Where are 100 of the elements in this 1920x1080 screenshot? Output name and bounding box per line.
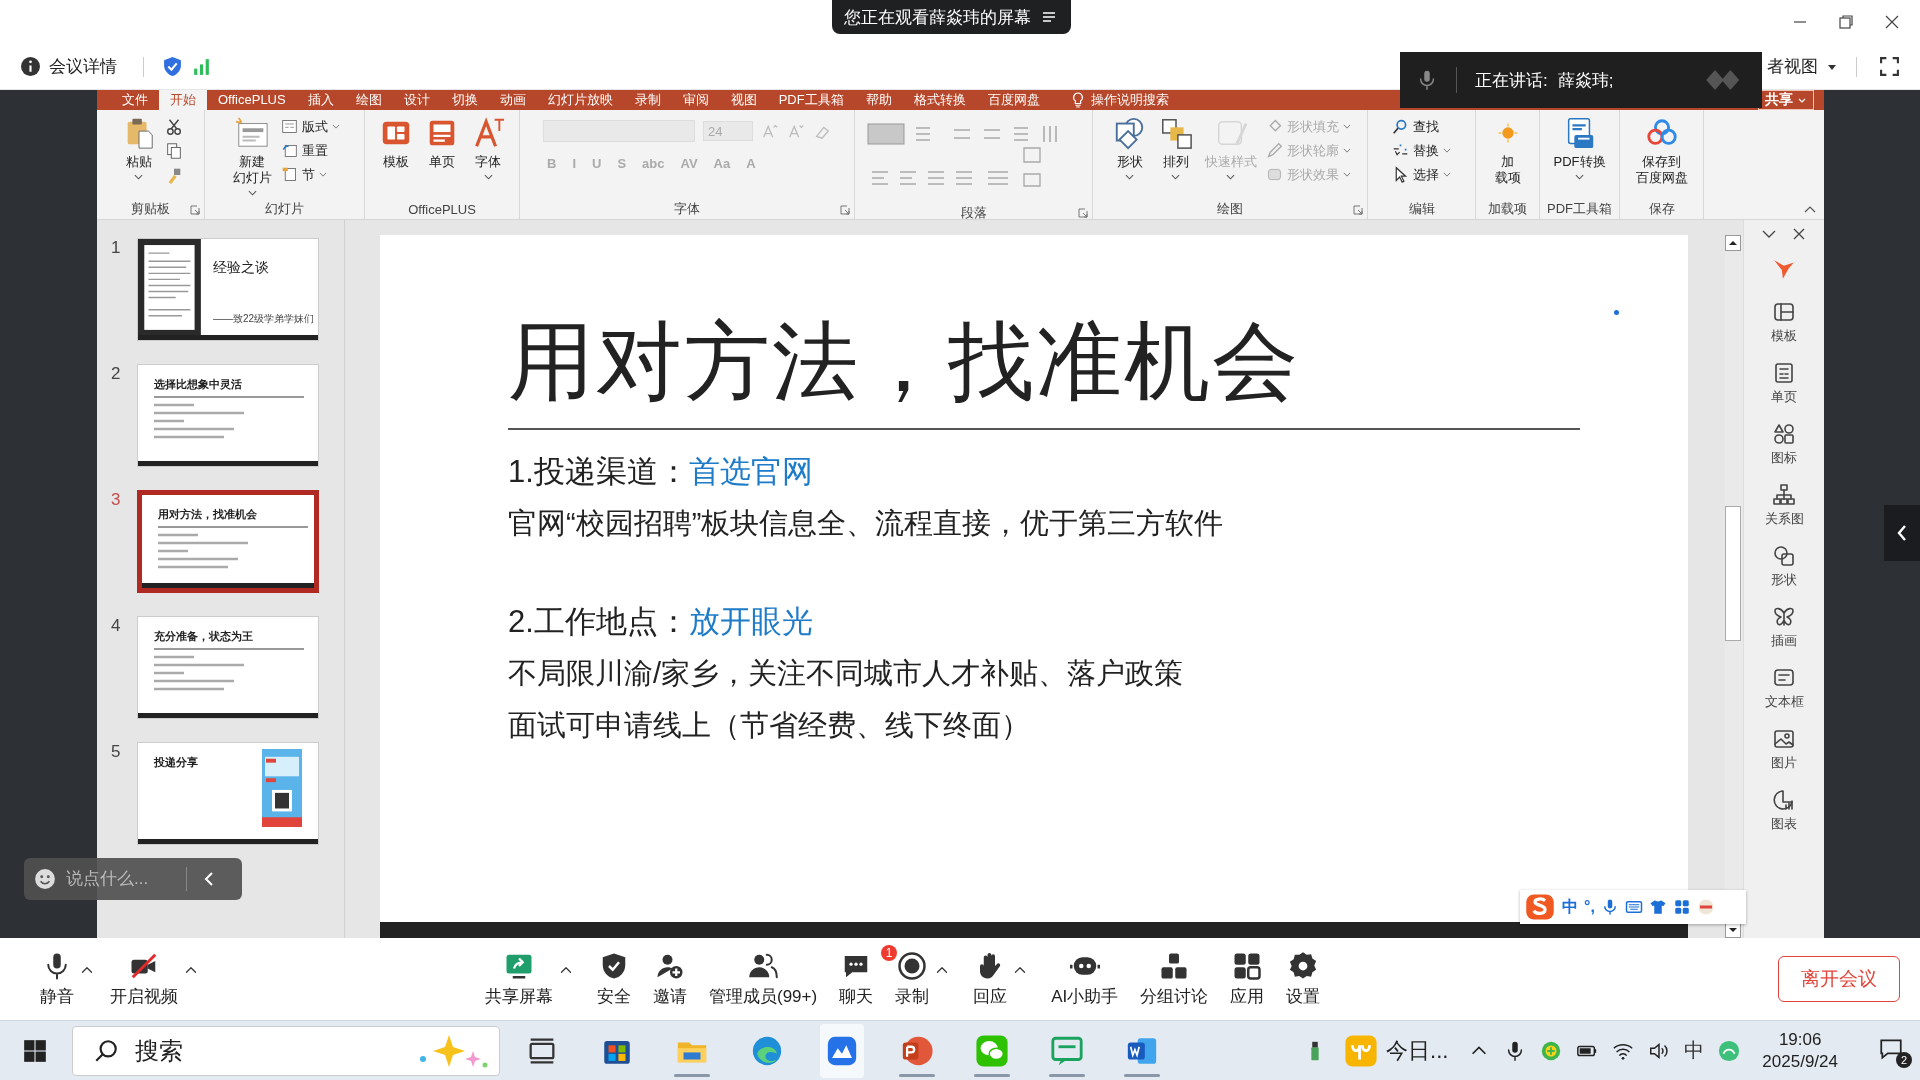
ribbon-tab[interactable]: 录制 (623, 90, 672, 110)
slide-thumbnail[interactable]: 选择比想象中灵活 (137, 364, 319, 467)
ribbon-button[interactable]: 保存到 百度网盘 (1632, 114, 1691, 188)
ribbon-tab[interactable]: 文件 (111, 90, 159, 110)
ribbon-button[interactable]: 选择 (1392, 164, 1451, 185)
pane-item[interactable]: 图表 (1771, 788, 1797, 845)
ribbon-button[interactable]: 形状 (1109, 114, 1150, 182)
toolbar-button[interactable]: AI小助手 (1051, 950, 1119, 1008)
slide-thumbnail[interactable]: 充分准备，状态为王 (137, 616, 319, 719)
toolbar-button[interactable]: 设置 (1286, 950, 1321, 1008)
slide-text: 不局限川渝/家乡，关注不同城市人才补贴、落户政策 (508, 656, 1185, 691)
view-switch-button[interactable]: 者视图 (1767, 55, 1838, 78)
ribbon-tab[interactable]: 审阅 (671, 90, 720, 110)
shield-icon[interactable] (162, 56, 183, 77)
keyboard-icon[interactable] (1624, 898, 1643, 916)
clock[interactable]: 19:06 2025/9/24 (1762, 1028, 1838, 1073)
toolbar-button[interactable]: 分组讨论 (1140, 950, 1209, 1008)
shirt-icon[interactable] (1648, 898, 1667, 916)
chevron-left-icon[interactable] (1896, 523, 1908, 543)
ribbon-button[interactable]: 替换 (1392, 140, 1451, 161)
fullscreen-icon[interactable] (1879, 56, 1900, 77)
lightbulb-icon (1070, 91, 1085, 109)
punctuation-label[interactable]: °, (1584, 898, 1595, 916)
chevron-left-icon[interactable] (203, 871, 215, 887)
dialog-launcher-icon[interactable] (190, 205, 200, 215)
ribbon-tab[interactable]: 开始 (159, 90, 207, 110)
ribbon-button[interactable]: 版式 (280, 116, 340, 137)
pane-item[interactable]: 图标 (1771, 422, 1797, 479)
toolbar-button[interactable]: 录制 (895, 950, 930, 1008)
input-mode-indicator[interactable]: 中 (1684, 1037, 1705, 1064)
chat-box[interactable]: 说点什么... (24, 858, 242, 900)
ribbon-button[interactable]: 新建 幻灯片 (229, 114, 275, 198)
scissors-icon[interactable] (164, 118, 183, 136)
ribbon-tab[interactable]: 视图 (719, 90, 768, 110)
ribbon-tab[interactable]: 帮助 (854, 90, 903, 110)
ribbon-button[interactable]: 重置 (280, 140, 340, 161)
toolbar-button[interactable]: 静音 (40, 950, 74, 1008)
ribbon-tab[interactable]: 设计 (392, 90, 441, 110)
ribbon-button[interactable]: 粘贴 (118, 114, 159, 182)
collapse-ribbon-icon[interactable] (1804, 205, 1816, 213)
toolbar-button[interactable]: 管理成员(99+) (709, 950, 818, 1008)
side-panel-tab[interactable] (1884, 505, 1920, 561)
ribbon-tab[interactable]: 百度网盘 (976, 90, 1051, 110)
start-icon[interactable] (22, 1037, 48, 1064)
ribbon-tab[interactable]: 切换 (440, 90, 489, 110)
chat-input-field[interactable]: 说点什么... (64, 868, 178, 890)
pane-item[interactable]: 模板 (1771, 300, 1797, 357)
emoji-icon[interactable] (34, 868, 56, 890)
dialog-launcher-icon[interactable] (1353, 205, 1363, 215)
news-widget[interactable]: 今日... (1344, 1033, 1449, 1068)
pane-item[interactable]: 文本框 (1764, 666, 1804, 723)
restore-icon[interactable] (1836, 12, 1856, 32)
ribbon-button[interactable]: 排列 (1155, 114, 1196, 182)
toolbar-button[interactable]: 共享屏幕 (485, 950, 553, 1008)
search-field[interactable]: 搜索 (133, 1035, 395, 1066)
ribbon-button[interactable]: 查找 (1392, 116, 1451, 137)
vertical-scrollbar[interactable] (1725, 235, 1743, 938)
leave-meeting-button[interactable]: 离开会议 (1778, 956, 1900, 1002)
ribbon-button[interactable]: 字体 (468, 114, 508, 182)
toolbar-button[interactable]: 回应 (973, 950, 1008, 1008)
toolbar-button[interactable]: 聊天 (839, 950, 874, 1008)
toolbar-button[interactable]: 开启视频 (110, 950, 178, 1008)
ribbon-button[interactable]: 节 (280, 164, 340, 185)
ribbon-tab[interactable]: OfficePLUS (207, 90, 297, 110)
pane-item[interactable]: 单页 (1771, 361, 1797, 418)
ribbon-button[interactable]: 加 载项 (1487, 114, 1528, 188)
close-icon[interactable] (1791, 226, 1807, 242)
toolbar-button[interactable]: 安全 (597, 950, 631, 1008)
pane-item[interactable]: 图片 (1771, 727, 1797, 784)
meeting-details-button[interactable]: 会议详情 (49, 55, 117, 78)
pane-item[interactable]: 形状 (1771, 544, 1797, 601)
search-box[interactable]: 搜索 (72, 1025, 500, 1076)
grid-icon[interactable] (1672, 898, 1691, 916)
pane-item[interactable]: 插画 (1771, 605, 1797, 662)
slide-number: 5 (111, 742, 122, 762)
info-icon[interactable] (20, 56, 41, 77)
ribbon-tab[interactable]: 幻灯片放映 (536, 90, 624, 110)
group-label: 剪贴板 (131, 200, 170, 218)
copy-icon[interactable] (164, 142, 183, 160)
widget-icon (1344, 1033, 1378, 1068)
tell-me-search[interactable]: 操作说明搜索 (1090, 90, 1169, 110)
scroll-up-icon[interactable] (1725, 235, 1741, 251)
ribbon-tab[interactable]: 动画 (488, 90, 537, 110)
ribbon-button[interactable]: 模板 (376, 114, 416, 172)
layout-icon (280, 118, 298, 135)
scroll-thumb[interactable] (1725, 506, 1741, 641)
menu-icon[interactable] (1041, 9, 1057, 25)
slide-thumbnail[interactable]: 用对方法，找准机会 (137, 490, 319, 593)
toolbar-button[interactable]: 邀请 (653, 950, 687, 1008)
input-mode-label[interactable]: 中 (1562, 896, 1578, 918)
slide-thumbnail[interactable]: 经验之谈 ——致22级学弟学妹们 (137, 238, 319, 341)
ribbon-button[interactable]: PDF转换 (1550, 114, 1609, 182)
toolbar-button[interactable]: 应用 (1230, 950, 1265, 1008)
slide-thumbnail[interactable]: 投递分享 (137, 742, 319, 845)
ribbon-tab[interactable]: 绘图 (344, 90, 393, 110)
ribbon-tab[interactable]: 格式转换 (902, 90, 977, 110)
ribbon-tab[interactable]: PDF工具箱 (767, 90, 855, 110)
ribbon-tab[interactable]: 插入 (296, 90, 345, 110)
ribbon-button[interactable]: 单页 (422, 114, 462, 172)
pane-item[interactable]: 关系图 (1764, 483, 1804, 540)
